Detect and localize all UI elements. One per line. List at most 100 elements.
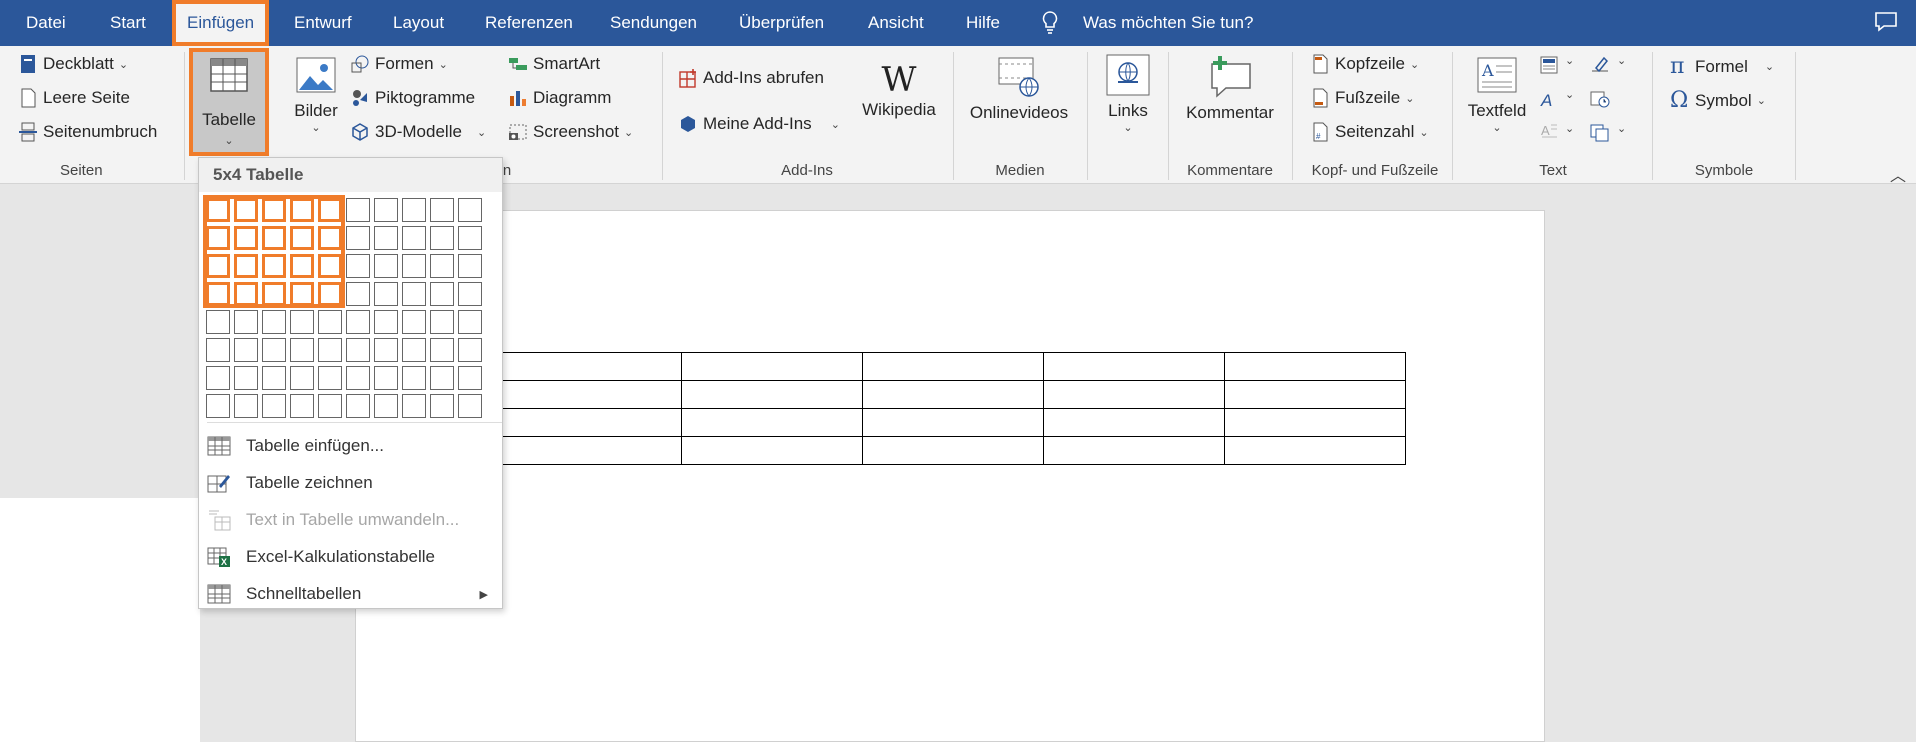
grid-cell[interactable] xyxy=(430,394,454,418)
grid-cell[interactable] xyxy=(206,310,230,334)
grid-cell[interactable] xyxy=(234,310,258,334)
grid-cell[interactable] xyxy=(206,338,230,362)
grid-cell[interactable] xyxy=(374,310,398,334)
table-cell[interactable] xyxy=(681,436,863,465)
kommentar-button[interactable]: Kommentar xyxy=(1178,54,1282,123)
onlinevideos-button[interactable]: Onlinevideos xyxy=(964,56,1074,123)
grid-cell[interactable] xyxy=(374,198,398,222)
tab-einfuegen[interactable]: Einfügen xyxy=(172,0,270,46)
grid-cell[interactable] xyxy=(430,282,454,306)
grid-cell[interactable] xyxy=(234,394,258,418)
grid-cell[interactable] xyxy=(346,338,370,362)
grid-cell[interactable] xyxy=(318,394,342,418)
grid-cell[interactable] xyxy=(206,394,230,418)
grid-cell[interactable] xyxy=(374,366,398,390)
table-cell[interactable] xyxy=(681,380,863,409)
menu-item-excel-tabelle[interactable]: X Excel-Kalkulationstabelle xyxy=(199,539,502,575)
grid-cell[interactable] xyxy=(430,254,454,278)
grid-cell[interactable] xyxy=(402,198,426,222)
table-cell[interactable] xyxy=(1043,352,1225,381)
comments-icon[interactable] xyxy=(1875,12,1897,32)
chevron-down-icon[interactable]: ⌄ xyxy=(1565,88,1574,101)
grid-cell[interactable] xyxy=(290,338,314,362)
grid-cell[interactable] xyxy=(346,310,370,334)
grid-cell[interactable] xyxy=(430,366,454,390)
grid-cell[interactable] xyxy=(234,338,258,362)
formen-button[interactable]: Formen ⌄ xyxy=(350,54,448,74)
piktogramme-button[interactable]: Piktogramme xyxy=(350,88,475,108)
collapse-ribbon-icon[interactable]: ︿ xyxy=(1890,162,1906,186)
grid-cell[interactable] xyxy=(402,226,426,250)
signature-line-icon[interactable] xyxy=(1590,56,1610,74)
formel-button[interactable]: π Formel ⌄ xyxy=(1670,54,1774,79)
table-cell[interactable] xyxy=(1043,408,1225,437)
table-cell[interactable] xyxy=(1224,408,1406,437)
grid-cell[interactable] xyxy=(290,310,314,334)
diagramm-button[interactable]: Diagramm xyxy=(508,88,611,108)
grid-cell[interactable] xyxy=(290,366,314,390)
grid-cell[interactable] xyxy=(458,394,482,418)
chevron-down-icon[interactable]: ⌄ xyxy=(1617,122,1626,135)
tab-ansicht[interactable]: Ansicht xyxy=(868,0,924,46)
grid-cell[interactable] xyxy=(374,254,398,278)
table-cell[interactable] xyxy=(500,352,682,381)
leere-seite-button[interactable]: Leere Seite xyxy=(18,88,130,108)
tab-datei[interactable]: Datei xyxy=(26,0,66,46)
menu-item-schnelltabellen[interactable]: Schnelltabellen ▶ xyxy=(199,576,502,612)
wikipedia-button[interactable]: W Wikipedia xyxy=(858,60,940,120)
date-time-icon[interactable] xyxy=(1590,90,1610,108)
table-cell[interactable] xyxy=(500,408,682,437)
grid-cell[interactable] xyxy=(430,310,454,334)
table-cell[interactable] xyxy=(1224,352,1406,381)
tab-start[interactable]: Start xyxy=(110,0,146,46)
grid-cell[interactable] xyxy=(346,226,370,250)
grid-cell[interactable] xyxy=(318,338,342,362)
grid-cell[interactable] xyxy=(290,394,314,418)
links-button[interactable]: Links ⌄ xyxy=(1100,54,1156,134)
grid-cell[interactable] xyxy=(458,254,482,278)
tab-layout[interactable]: Layout xyxy=(393,0,444,46)
screenshot-button[interactable]: Screenshot ⌄ xyxy=(508,122,633,142)
table-cell[interactable] xyxy=(1224,380,1406,409)
seitenumbruch-button[interactable]: Seitenumbruch xyxy=(18,122,157,142)
table-cell[interactable] xyxy=(862,408,1044,437)
grid-cell[interactable] xyxy=(374,226,398,250)
grid-cell[interactable] xyxy=(430,338,454,362)
symbol-button[interactable]: Ω Symbol ⌄ xyxy=(1670,88,1766,113)
grid-cell[interactable] xyxy=(262,310,286,334)
table-cell[interactable] xyxy=(500,436,682,465)
tab-entwurf[interactable]: Entwurf xyxy=(294,0,352,46)
chevron-down-icon[interactable]: ⌄ xyxy=(1565,54,1574,67)
grid-cell[interactable] xyxy=(458,366,482,390)
grid-cell[interactable] xyxy=(458,198,482,222)
grid-cell[interactable] xyxy=(262,366,286,390)
table-cell[interactable] xyxy=(500,380,682,409)
quick-parts-icon[interactable] xyxy=(1540,56,1558,74)
grid-cell[interactable] xyxy=(346,366,370,390)
grid-cell[interactable] xyxy=(458,226,482,250)
seitenzahl-button[interactable]: # Seitenzahl ⌄ xyxy=(1310,122,1429,142)
document-page[interactable] xyxy=(355,210,1545,742)
grid-cell[interactable] xyxy=(318,310,342,334)
grid-cell[interactable] xyxy=(430,198,454,222)
grid-cell[interactable] xyxy=(458,282,482,306)
wordart-icon[interactable]: A xyxy=(1540,90,1558,108)
grid-cell[interactable] xyxy=(402,310,426,334)
grid-cell[interactable] xyxy=(234,366,258,390)
kopfzeile-button[interactable]: Kopfzeile ⌄ xyxy=(1310,54,1419,74)
grid-cell[interactable] xyxy=(402,282,426,306)
table-cell[interactable] xyxy=(862,380,1044,409)
grid-cell[interactable] xyxy=(374,282,398,306)
textfeld-button[interactable]: A Textfeld ⌄ xyxy=(1462,56,1532,134)
tab-referenzen[interactable]: Referenzen xyxy=(485,0,573,46)
tab-sendungen[interactable]: Sendungen xyxy=(610,0,697,46)
meine-addins-button[interactable]: Meine Add-Ins ⌄ xyxy=(678,114,840,134)
smartart-button[interactable]: SmartArt xyxy=(508,54,600,74)
tabelle-button[interactable]: Tabelle ⌄ xyxy=(189,48,269,156)
3d-modelle-button[interactable]: 3D-Modelle ⌄ xyxy=(350,122,486,142)
grid-cell[interactable] xyxy=(346,198,370,222)
table-cell[interactable] xyxy=(1043,436,1225,465)
addins-abrufen-button[interactable]: Add-Ins abrufen xyxy=(678,68,824,88)
grid-cell[interactable] xyxy=(318,366,342,390)
table-cell[interactable] xyxy=(1043,380,1225,409)
